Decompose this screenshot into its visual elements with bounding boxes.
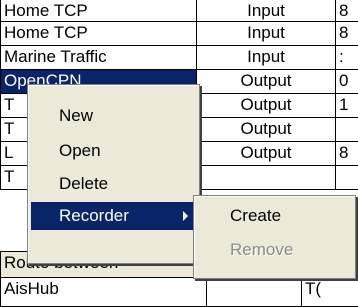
table-row-direction-cell[interactable]: Input (196, 21, 336, 46)
recorder-submenu: Create Remove (193, 195, 356, 279)
table-row-direction-cell[interactable]: Output (196, 141, 336, 166)
submenu-arrow-icon (183, 211, 188, 221)
table-row-extra-cell[interactable]: 8 (335, 141, 358, 166)
menu-item-recorder-label: Recorder (59, 206, 129, 225)
table-row-extra-cell[interactable] (335, 165, 358, 190)
table-row-direction-cell[interactable]: Input (196, 45, 336, 70)
context-menu: New Open Delete Recorder (27, 84, 200, 264)
table-row-extra-cell[interactable]: 8 (335, 21, 358, 46)
table-row-extra-cell[interactable]: 8 (335, 0, 358, 22)
table-row-extra-cell[interactable]: T( (301, 277, 358, 307)
table-row-name-cell[interactable]: Home TCP (0, 0, 197, 22)
table-row-name-cell[interactable]: Marine Traffic (0, 45, 197, 70)
table-row-direction-cell[interactable]: Output (196, 69, 336, 94)
menu-item-open[interactable]: Open (31, 137, 196, 165)
table-row-extra-cell[interactable]: 0 (335, 69, 358, 94)
menu-item-new[interactable]: New (31, 102, 196, 130)
table-row-direction-cell[interactable]: Output (196, 93, 336, 118)
table-row-extra-cell[interactable]: 1 (335, 93, 358, 118)
table-row-direction-cell[interactable] (196, 165, 336, 190)
table-row-direction-cell[interactable]: Input (196, 0, 336, 22)
menu-item-remove-disabled: Remove (230, 240, 294, 259)
table-row-extra-cell[interactable] (335, 117, 358, 142)
menu-item-recorder[interactable]: Recorder (31, 202, 196, 230)
menu-item-delete[interactable]: Delete (31, 170, 196, 198)
table-row-extra-cell[interactable]: : (335, 45, 358, 70)
menu-item-create[interactable]: Create (197, 202, 352, 230)
table-row-direction-cell[interactable] (206, 277, 302, 307)
table-row-direction-cell[interactable]: Output (196, 117, 336, 142)
table-row-name-cell[interactable]: Home TCP (0, 21, 197, 46)
table-row-name-cell[interactable]: AisHub (0, 277, 207, 307)
